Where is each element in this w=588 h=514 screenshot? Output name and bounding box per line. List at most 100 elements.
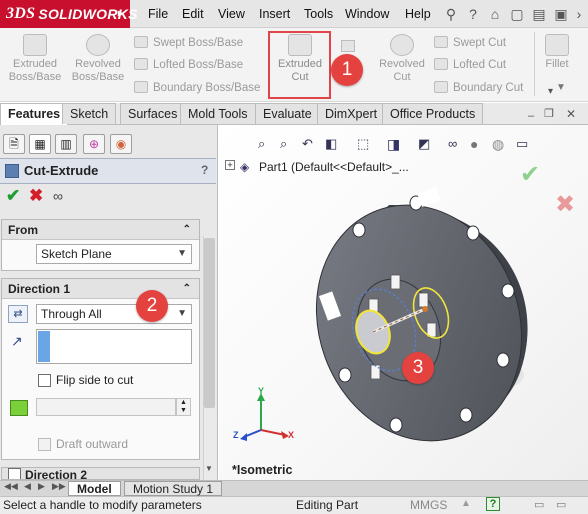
swept-boss-button[interactable]: Swept Boss/Base	[134, 33, 243, 53]
status-units[interactable]: MMGS	[410, 498, 447, 512]
tab-surfaces[interactable]: Surfaces	[120, 103, 186, 124]
direction2-section-header[interactable]: Direction 2	[2, 468, 199, 480]
open-folder-icon[interactable]: ▤	[530, 4, 548, 24]
logo-arrow-icon[interactable]: ▸	[118, 8, 123, 19]
extrude-handle[interactable]	[422, 306, 428, 312]
fillet-dropdown-icon[interactable]: ▼	[556, 82, 566, 93]
last-tab-icon[interactable]: ▶▶	[52, 481, 66, 492]
menu-view[interactable]: View	[218, 0, 245, 28]
home-icon[interactable]: ⌂	[486, 4, 504, 24]
boundary-cut-label: Boundary Cut	[453, 82, 524, 94]
status-icon-2[interactable]: ▭	[556, 498, 566, 511]
new-document-icon[interactable]: ▢	[508, 4, 526, 24]
menu-insert[interactable]: Insert	[259, 0, 290, 28]
from-section-header[interactable]: From ⌃	[2, 220, 199, 240]
draft-outward-checkbox[interactable]	[38, 438, 51, 451]
collapse-arrow-icon[interactable]: ▾	[548, 86, 553, 97]
menu-edit[interactable]: Edit	[182, 0, 204, 28]
first-tab-icon[interactable]: ◀◀	[4, 481, 18, 492]
status-icon-1[interactable]: ▭	[534, 498, 544, 511]
tab-motion-study[interactable]: Motion Study 1	[124, 481, 223, 496]
direction2-label: Direction 2	[25, 468, 88, 480]
revolved-cut-icon	[390, 34, 414, 56]
cut-extrude-title: Cut-Extrude	[24, 163, 99, 178]
revolved-boss-button[interactable]: Revolved Boss/Base	[69, 34, 127, 84]
swept-cut-button[interactable]: Swept Cut	[434, 33, 506, 53]
search-help-icon[interactable]: ?	[464, 4, 482, 24]
menu-help[interactable]: Help	[405, 0, 431, 28]
draft-angle-input[interactable]	[36, 398, 176, 416]
tab-sketch[interactable]: Sketch	[62, 103, 117, 124]
cancel-x-icon[interactable]: ✖	[29, 186, 43, 206]
boundary-boss-label: Boundary Boss/Base	[153, 82, 261, 94]
revolved-cut-label: Revolved Cut	[379, 58, 425, 83]
flip-side-checkbox[interactable]	[38, 374, 51, 387]
from-select-value: Sketch Plane	[41, 247, 112, 261]
property-manager-tab-icon[interactable]: ▦	[29, 134, 51, 154]
revolved-cut-button[interactable]: Revolved Cut	[374, 34, 430, 84]
menu-window[interactable]: Window	[345, 0, 389, 28]
preview-glasses-icon[interactable]: ∞	[53, 188, 63, 204]
close-window-icon[interactable]: ✕	[566, 107, 576, 121]
part-model[interactable]	[219, 125, 588, 480]
tab-features[interactable]: Features	[0, 103, 69, 125]
chevron-down-icon: ▼	[177, 248, 187, 259]
restore-icon[interactable]: ❐	[544, 107, 554, 120]
dimxpert-tab-icon[interactable]: ⊕	[83, 134, 105, 154]
extruded-boss-button[interactable]: Extruded Boss/Base	[6, 34, 64, 84]
solidworks-logo[interactable]: 3DS SOLIDWORKS ▸	[0, 0, 138, 28]
status-help-icon[interactable]: ?	[486, 497, 500, 511]
lofted-boss-icon	[134, 58, 148, 70]
hole-wizard-icon[interactable]	[341, 40, 355, 52]
lofted-boss-button[interactable]: Lofted Boss/Base	[134, 55, 243, 75]
cut-extrude-feature-icon	[5, 164, 19, 178]
collapse-from-icon[interactable]: ⌃	[183, 220, 191, 240]
save-icon[interactable]: ▣	[552, 4, 570, 24]
from-select[interactable]: Sketch Plane ▼	[36, 244, 192, 264]
tab-office-products[interactable]: Office Products	[382, 103, 484, 124]
collapse-direction1-icon[interactable]: ⌃	[183, 279, 191, 299]
selection-active-indicator	[38, 331, 50, 362]
fillet-button[interactable]: Fillet	[540, 34, 574, 71]
draft-angle-spinner[interactable]: ▲ ▼	[176, 398, 191, 416]
draft-icon[interactable]	[10, 400, 28, 416]
fillet-icon	[545, 34, 569, 56]
lofted-cut-button[interactable]: Lofted Cut	[434, 55, 506, 75]
more-icon[interactable]: ›	[570, 4, 588, 24]
ok-check-icon[interactable]: ✔	[6, 186, 20, 206]
from-label: From	[8, 223, 38, 237]
direction-selection-box[interactable]	[36, 329, 192, 364]
view-orientation-label: *Isometric	[232, 463, 293, 477]
cut-extrude-header: Cut-Extrude	[0, 158, 216, 184]
extruded-boss-icon	[23, 34, 47, 56]
tab-evaluate[interactable]: Evaluate	[255, 103, 320, 124]
panel-scrollbar-thumb[interactable]	[204, 238, 215, 408]
reverse-direction-icon[interactable]: ⇄	[8, 305, 28, 323]
minimize-icon[interactable]: –	[528, 110, 534, 122]
tab-dimxpert[interactable]: DimXpert	[317, 103, 386, 124]
lofted-cut-icon	[434, 58, 448, 70]
brand-prefix: 3DS	[6, 5, 36, 22]
direction2-checkbox[interactable]	[8, 468, 21, 479]
next-tab-icon[interactable]: ▶	[38, 481, 45, 492]
boundary-cut-button[interactable]: Boundary Cut	[434, 78, 523, 98]
tab-mold-tools[interactable]: Mold Tools	[180, 103, 256, 124]
prev-tab-icon[interactable]: ◀	[24, 481, 31, 492]
swept-cut-icon	[434, 36, 448, 48]
scroll-down-icon[interactable]: ▼	[205, 464, 213, 473]
display-manager-tab-icon[interactable]: ◉	[110, 134, 132, 154]
direction1-section-header[interactable]: Direction 1 ⌃	[2, 279, 199, 299]
lofted-cut-label: Lofted Cut	[453, 59, 507, 71]
menu-file[interactable]: File	[148, 0, 168, 28]
help-icon[interactable]: ?	[201, 163, 208, 177]
direction1-section: Direction 1 ⌃ ⇄ Through All ▼ ↗ Flip sid…	[1, 278, 200, 460]
tab-model[interactable]: Model	[68, 481, 121, 496]
boundary-boss-button[interactable]: Boundary Boss/Base	[134, 78, 260, 98]
units-up-icon[interactable]: ▲	[461, 498, 471, 509]
feature-tree-tab-icon[interactable]: 🗎	[3, 134, 25, 154]
fillet-label: Fillet	[545, 58, 569, 70]
configuration-tab-icon[interactable]: ▥	[55, 134, 77, 154]
menu-tools[interactable]: Tools	[304, 0, 333, 28]
pin-icon[interactable]: ⚲	[442, 4, 460, 24]
end-condition-select[interactable]: Through All ▼	[36, 304, 192, 324]
